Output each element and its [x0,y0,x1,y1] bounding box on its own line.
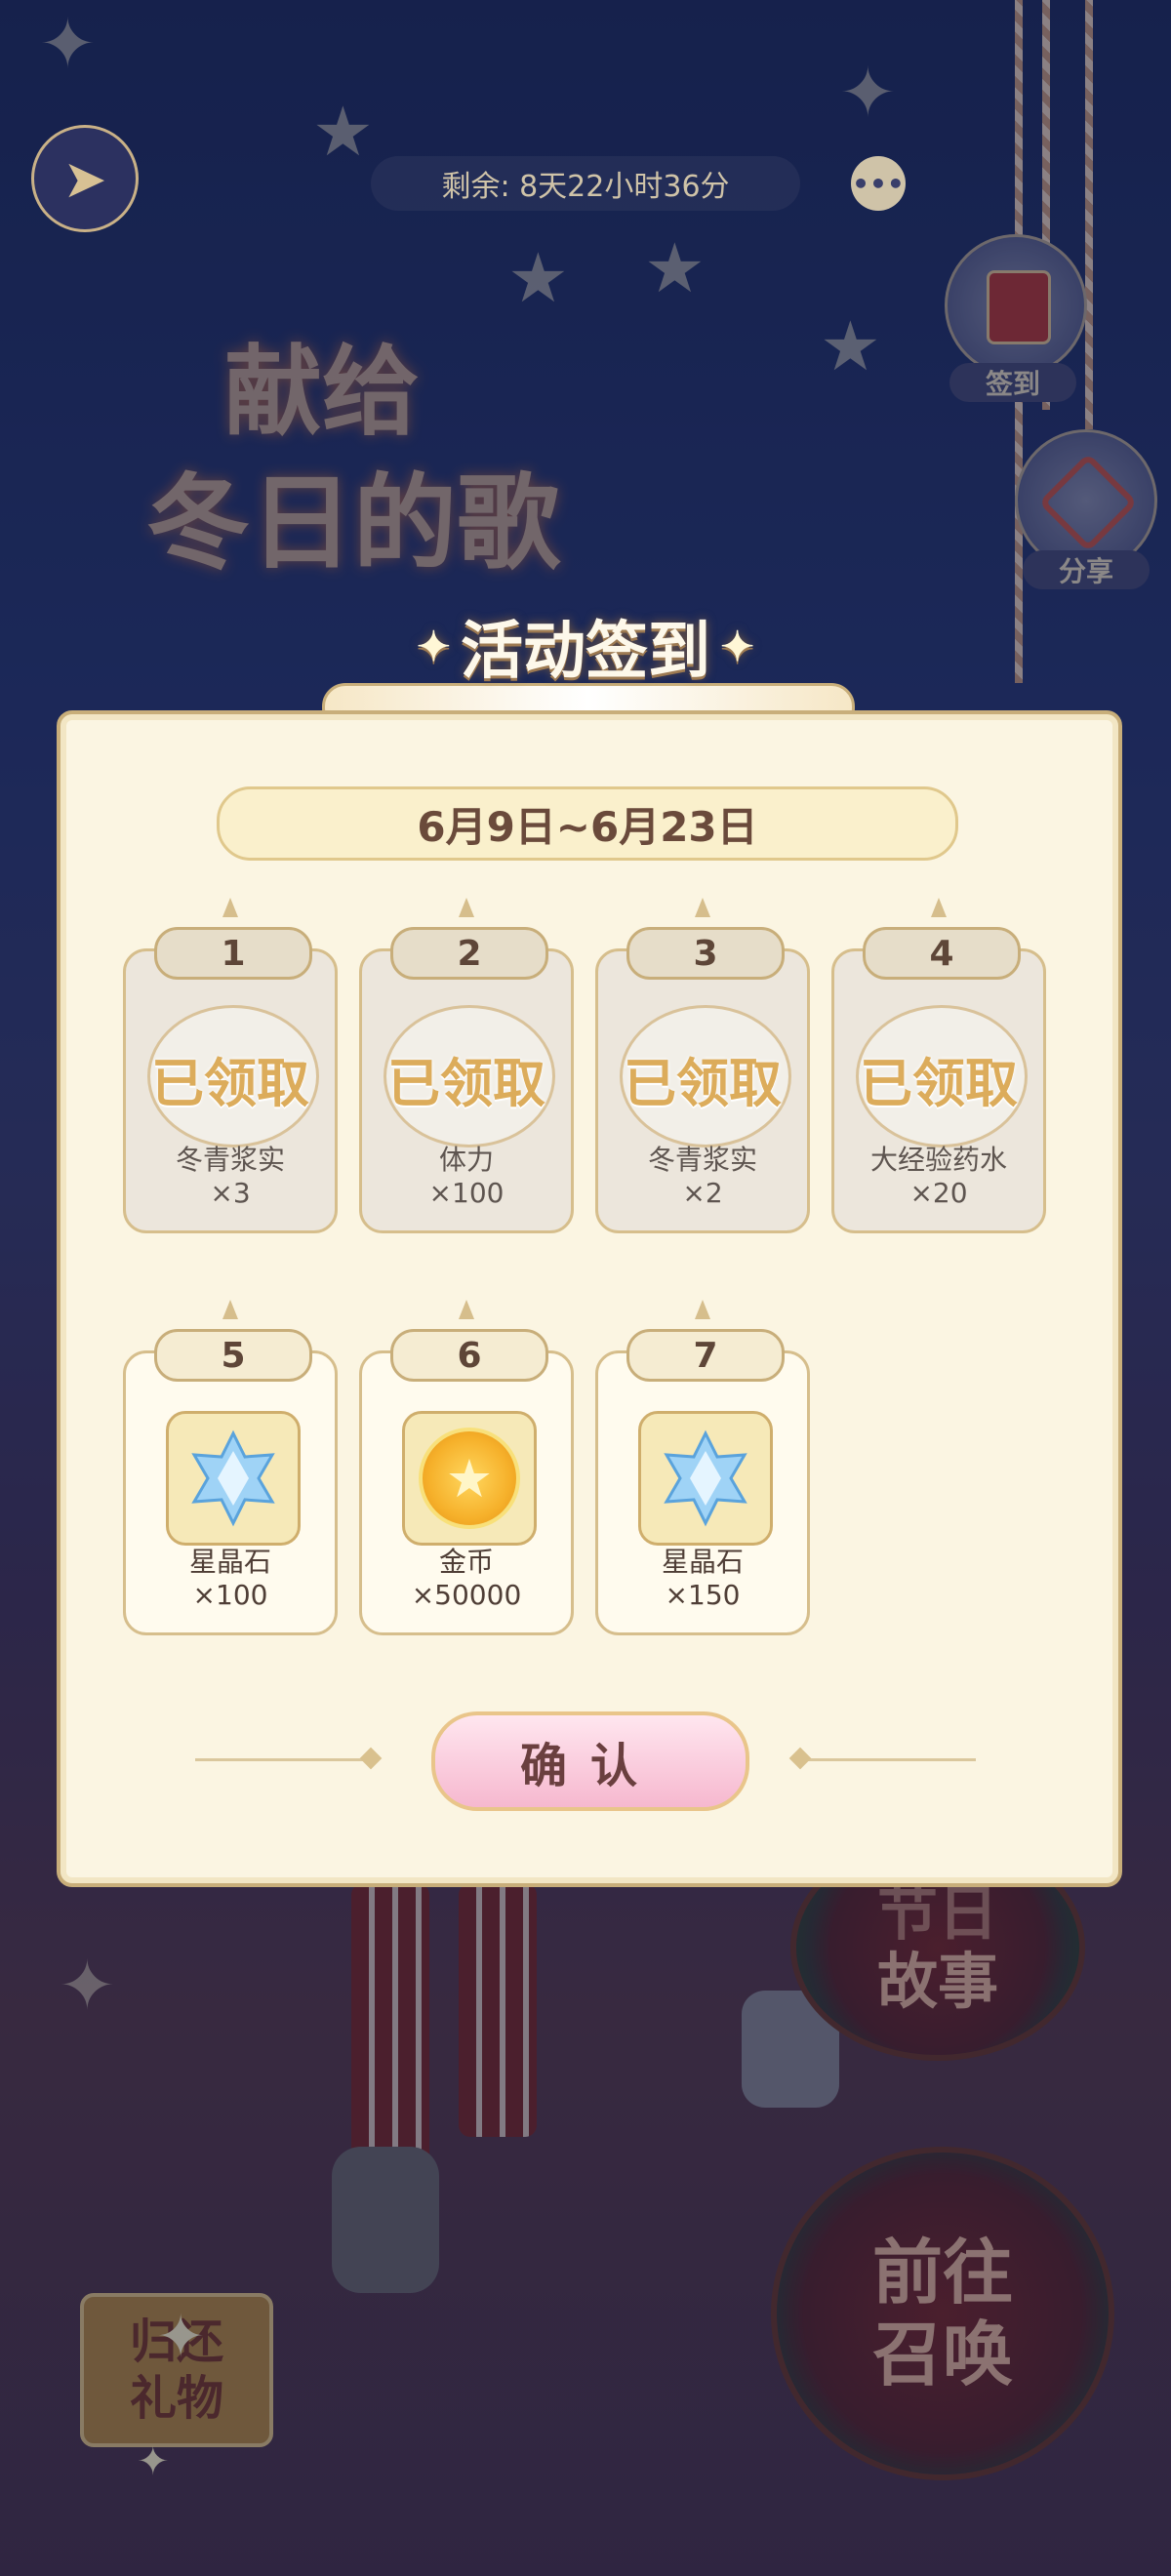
claimed-stamp: 已领取 [387,1052,545,1114]
reward-name: 冬青浆实 [175,1144,285,1176]
gold-coin-icon: ★ [419,1428,520,1529]
day-number: 6 [390,1329,548,1382]
reward-qty: ×150 [665,1579,741,1611]
reward-icon-frame [638,1411,773,1546]
reward-qty: ×2 [682,1177,723,1209]
reward-qty: ×100 [428,1177,505,1209]
panel-title: ✦ 活动签到 ✦ [390,597,781,695]
reward-name: 大经验药水 [869,1144,1007,1176]
confirm-button[interactable]: 确认 [431,1711,749,1811]
card-pin [695,898,710,917]
reward-icon-frame: ★ [402,1411,537,1546]
back-button[interactable]: ➤ [31,125,139,232]
card-pin [222,898,238,917]
day-number: 4 [863,927,1021,980]
star-crystal-icon [191,1429,275,1527]
more-options-button[interactable]: ••• [851,156,906,211]
back-arrow-icon: ➤ [62,147,107,210]
reward-name: 金币 [438,1546,494,1578]
divider-line [195,1758,367,1761]
card-pin [695,1300,710,1319]
reward-name: 星晶石 [188,1546,271,1578]
day-number: 7 [626,1329,785,1382]
reward-name: 冬青浆实 [647,1144,757,1176]
reward-icon-frame [166,1411,301,1546]
claimed-stamp: 已领取 [151,1052,309,1114]
reward-name: 星晶石 [661,1546,744,1578]
reward-qty: ×50000 [411,1579,522,1611]
reward-name: 体力 [438,1144,494,1176]
panel-title-text: 活动签到 [461,615,710,688]
divider-line [804,1758,976,1761]
date-range: 6月9日~6月23日 [217,786,958,861]
claimed-stamp: 已领取 [860,1052,1018,1114]
day-number: 3 [626,927,785,980]
sparkle-icon: ✦ [720,622,755,670]
claimed-stamp: 已领取 [624,1052,782,1114]
card-pin [931,898,947,917]
card-pin [222,1300,238,1319]
card-pin [459,898,474,917]
card-pin [459,1300,474,1319]
sparkle-icon: ✦ [416,622,451,670]
day-number: 5 [154,1329,312,1382]
day-number: 1 [154,927,312,980]
star-crystal-icon [664,1429,747,1527]
event-timer: 剩余: 8天22小时36分 [371,156,800,211]
reward-qty: ×20 [909,1177,968,1209]
reward-qty: ×100 [192,1579,268,1611]
reward-qty: ×3 [210,1177,251,1209]
day-number: 2 [390,927,548,980]
